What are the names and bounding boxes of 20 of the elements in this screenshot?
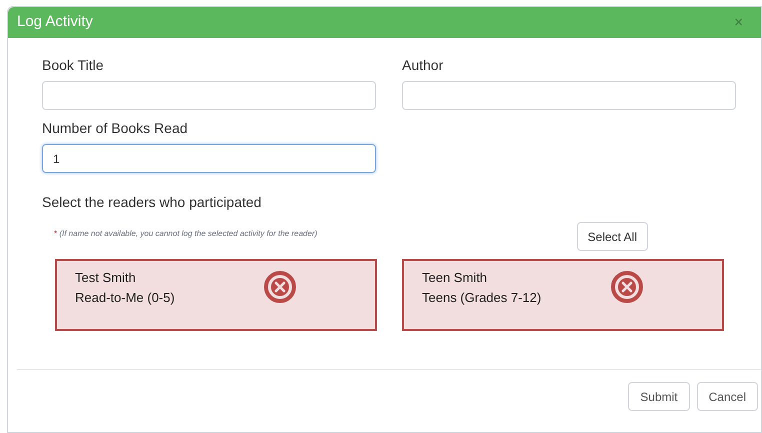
x-circle-icon xyxy=(610,270,644,304)
reader-group: Read-to-Me (0-5) xyxy=(75,288,263,308)
note-text: * (If name not available, you cannot log the selected activity for the reader) xyxy=(54,228,318,240)
reader-name: Test Smith xyxy=(75,269,137,287)
x-circle-icon xyxy=(263,270,297,304)
field-label: Author xyxy=(402,56,444,75)
input-field[interactable]: 1 xyxy=(42,144,376,173)
dialog-title: Log Activity xyxy=(17,12,93,32)
reader-name: Teen Smith xyxy=(422,269,488,287)
dialog-button[interactable]: Submit xyxy=(628,382,690,411)
dialog-button[interactable]: Cancel xyxy=(696,382,758,411)
field-label: Number of Books Read xyxy=(42,119,189,138)
field-label: Book Title xyxy=(42,56,104,75)
reader-card[interactable]: Teen Smith Teens (Grades 7-12) xyxy=(402,259,724,331)
reader-group: Teens (Grades 7-12) xyxy=(422,288,610,308)
select-all-button[interactable]: Select All xyxy=(576,222,648,251)
section-heading: Select the readers who participated xyxy=(42,193,262,212)
reader-card[interactable]: Test Smith Read-to-Me (0-5) xyxy=(55,259,377,331)
input-field[interactable] xyxy=(402,81,736,110)
input-field[interactable] xyxy=(42,81,376,110)
